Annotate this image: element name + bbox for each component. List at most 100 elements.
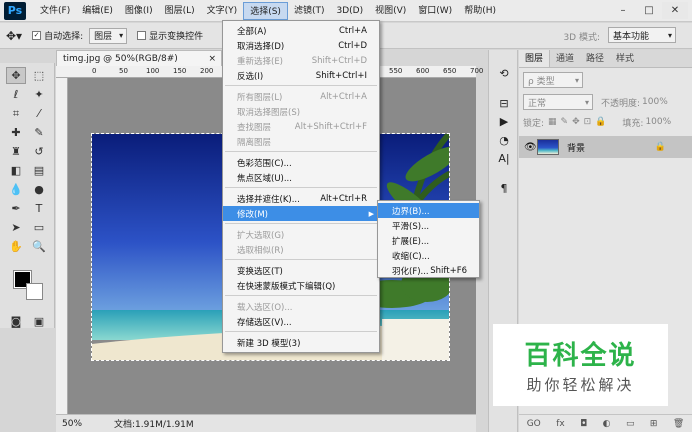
- layers-panel-tabs: 图层 通道 路径 样式: [519, 50, 692, 68]
- tab-2[interactable]: 路径: [580, 50, 610, 67]
- close-button[interactable]: ✕: [662, 2, 688, 19]
- eraser-tool-icon[interactable]: ◧: [6, 162, 26, 179]
- actions-panel-icon[interactable]: ▶: [495, 113, 513, 129]
- menu-separator: [225, 151, 377, 152]
- history-brush-tool-icon[interactable]: ↺: [29, 143, 49, 160]
- menu-8[interactable]: 视图(V): [369, 2, 412, 20]
- ruler-mark: 50: [119, 67, 128, 75]
- menu-0[interactable]: 文件(F): [34, 2, 76, 20]
- layers-bottom-icon[interactable]: ◘: [580, 419, 587, 429]
- type-tool-icon[interactable]: T: [29, 200, 49, 217]
- magic-wand-tool-icon[interactable]: ✦: [29, 86, 49, 103]
- tab-0[interactable]: 图层: [519, 50, 551, 67]
- layers-bottom-icon[interactable]: ⊞: [650, 419, 658, 429]
- layers-bottom-icon[interactable]: fx: [556, 419, 565, 429]
- layers-bottom-icon[interactable]: ▭: [626, 419, 635, 429]
- crop-tool-icon[interactable]: ⌗: [6, 105, 26, 122]
- menu-4[interactable]: 文字(Y): [201, 2, 244, 20]
- document-tab-title: timg.jpg @ 50%(RGB/8#): [63, 53, 178, 64]
- menu-separator: [225, 295, 377, 296]
- select-menu-item[interactable]: 新建 3D 模型(3): [223, 335, 379, 350]
- select-menu-item[interactable]: 取消选择(D) Ctrl+D: [223, 38, 379, 53]
- minimize-button[interactable]: –: [610, 2, 636, 19]
- menu-separator: [225, 187, 377, 188]
- move-tool-icon[interactable]: ✥: [6, 67, 26, 84]
- submenu-item[interactable]: 边界(B)...: [378, 203, 479, 218]
- select-menu-item[interactable]: 存储选区(V)...: [223, 314, 379, 329]
- layers-bottom-icon[interactable]: GO: [527, 419, 541, 429]
- layer-filter[interactable]: ρ 类型: [523, 72, 583, 88]
- document-tab[interactable]: timg.jpg @ 50%(RGB/8#) ×: [56, 50, 222, 66]
- pen-tool-icon[interactable]: ✒: [6, 200, 26, 217]
- layers-bottom-icon[interactable]: 🗑: [673, 419, 684, 429]
- status-bar: 50% 文档:1.91M/1.91M: [56, 414, 476, 432]
- eye-icon[interactable]: 👁: [524, 142, 537, 153]
- submenu-item[interactable]: 收缩(C)...: [378, 248, 479, 263]
- select-menu-item[interactable]: 修改(M) ▶: [223, 206, 379, 221]
- quick-mask-icon[interactable]: ◙: [6, 313, 26, 330]
- blend-mode-dropdown[interactable]: 正常: [523, 94, 593, 110]
- menu-2[interactable]: 图像(I): [119, 2, 159, 20]
- path-selection-tool-icon[interactable]: ➤: [6, 219, 26, 236]
- menu-7[interactable]: 3D(D): [330, 2, 369, 20]
- auto-select-checkbox[interactable]: ✓: [32, 31, 42, 40]
- tab-1[interactable]: 通道: [550, 50, 580, 67]
- menu-item-shortcut: Alt+Ctrl+A: [320, 91, 367, 102]
- layer-thumbnail: [537, 139, 559, 155]
- gradient-tool-icon[interactable]: ▤: [29, 162, 49, 179]
- menu-bar: Ps 文件(F) 编辑(E) 图像(I) 图层(L) 文字(Y) 选择(S) 滤镜(T) 3D…: [0, 0, 692, 22]
- ruler-mark: 100: [146, 67, 160, 75]
- zoom-tool-icon[interactable]: 🔍: [29, 238, 49, 255]
- menu-10[interactable]: 帮助(H): [458, 2, 502, 20]
- select-menu-item[interactable]: 变换选区(T): [223, 263, 379, 278]
- show-transform-checkbox[interactable]: [137, 31, 147, 40]
- opacity-value[interactable]: 100%: [642, 97, 668, 107]
- menu-9[interactable]: 窗口(W): [412, 2, 458, 20]
- layers-bottom-icon[interactable]: ◐: [603, 419, 611, 429]
- dodge-tool-icon[interactable]: ●: [29, 181, 49, 198]
- maximize-button[interactable]: □: [636, 2, 662, 19]
- adjustments-panel-icon[interactable]: ◔: [495, 132, 513, 148]
- properties-panel-icon[interactable]: ⊟: [495, 95, 513, 111]
- background-color-swatch[interactable]: [26, 283, 43, 300]
- tab-3[interactable]: 样式: [610, 50, 640, 67]
- workspace-dropdown[interactable]: 基本功能: [608, 27, 676, 43]
- shape-tool-icon[interactable]: ▭: [29, 219, 49, 236]
- menu-5[interactable]: 选择(S): [243, 1, 288, 20]
- blend-row: 正常 不透明度: 100%: [523, 94, 688, 110]
- character-panel-icon[interactable]: A|: [495, 150, 513, 166]
- marquee-tool-icon[interactable]: ⬚: [29, 67, 49, 84]
- healing-brush-tool-icon[interactable]: ✚: [6, 124, 26, 141]
- zoom-field[interactable]: 50%: [56, 419, 92, 429]
- submenu-item[interactable]: 平滑(S)...: [378, 218, 479, 233]
- clone-stamp-tool-icon[interactable]: ♜: [6, 143, 26, 160]
- submenu-item[interactable]: 羽化(F)... Shift+F6: [378, 263, 479, 278]
- lasso-tool-icon[interactable]: ℓ: [6, 86, 26, 103]
- layer-row-background[interactable]: 👁 背景 🔒: [519, 136, 692, 158]
- select-menu-item[interactable]: 色彩范围(C)...: [223, 155, 379, 170]
- menu-3[interactable]: 图层(L): [159, 2, 201, 20]
- hand-tool-icon[interactable]: ✋: [6, 238, 26, 255]
- ruler-mark: 0: [92, 67, 97, 75]
- eyedropper-tool-icon[interactable]: ⁄: [29, 105, 49, 122]
- fill-value[interactable]: 100%: [645, 117, 671, 127]
- layer-filter-dropdown[interactable]: ρ 类型: [523, 72, 583, 88]
- blur-tool-icon[interactable]: 💧: [6, 181, 26, 198]
- lock-icons[interactable]: ▦✎✥⊡🔒: [548, 117, 610, 127]
- paragraph-panel-icon[interactable]: ¶: [495, 180, 513, 196]
- menu-6[interactable]: 滤镜(T): [288, 2, 331, 20]
- history-panel-icon[interactable]: ⟲: [495, 65, 513, 81]
- select-menu-item[interactable]: 焦点区域(U)...: [223, 170, 379, 185]
- screen-mode-icon[interactable]: ▣: [29, 313, 49, 330]
- select-menu-item[interactable]: 在快速蒙版模式下编辑(Q): [223, 278, 379, 293]
- select-menu-item[interactable]: 反选(I) Shift+Ctrl+I: [223, 68, 379, 83]
- menu-separator: [225, 331, 377, 332]
- auto-select-dropdown[interactable]: 图层: [89, 27, 128, 44]
- select-menu-item[interactable]: 选择并遮住(K)... Alt+Ctrl+R: [223, 191, 379, 206]
- brush-tool-icon[interactable]: ✎: [29, 124, 49, 141]
- select-menu-item[interactable]: 全部(A) Ctrl+A: [223, 23, 379, 38]
- menu-1[interactable]: 编辑(E): [76, 2, 119, 20]
- menu-item-label: 重新选择(E): [237, 56, 284, 67]
- submenu-item[interactable]: 扩展(E)...: [378, 233, 479, 248]
- close-tab-icon[interactable]: ×: [208, 54, 216, 64]
